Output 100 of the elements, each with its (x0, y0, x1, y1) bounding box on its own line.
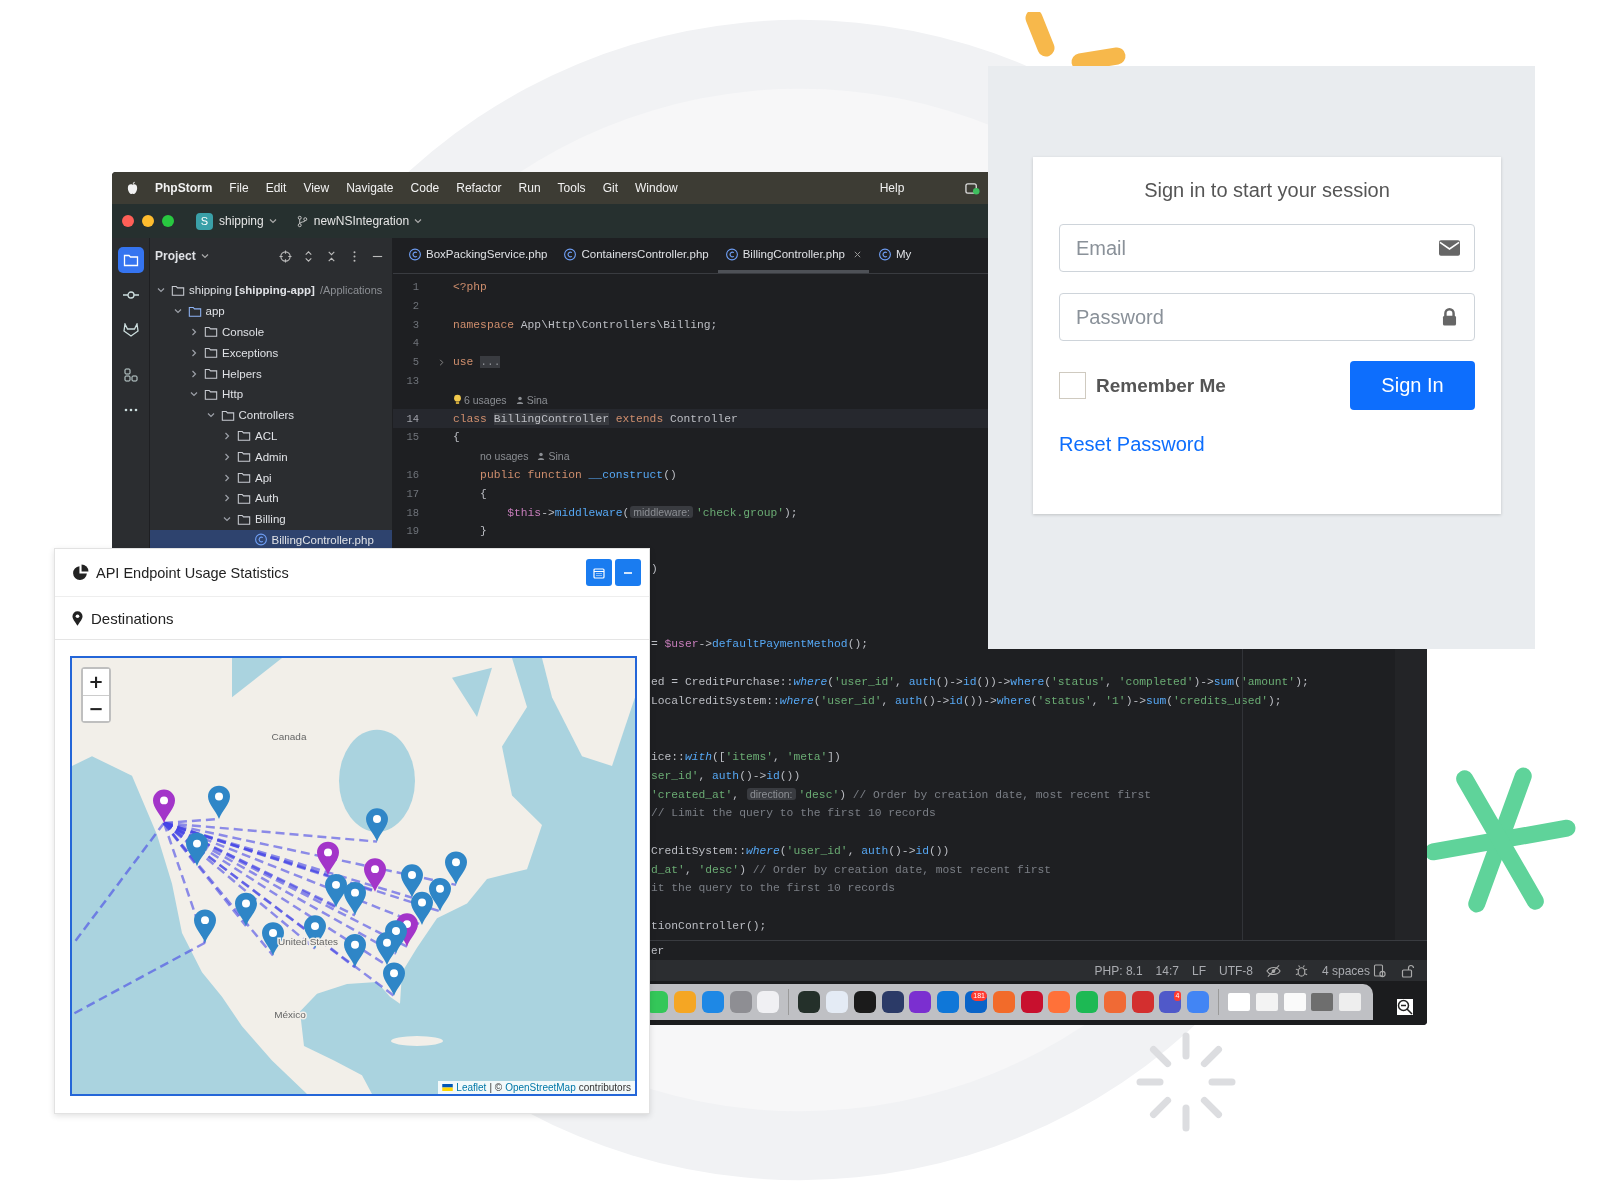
map-marker[interactable] (429, 878, 451, 912)
chevron-icon[interactable] (222, 472, 232, 483)
tree-item[interactable]: Auth (150, 487, 392, 509)
map-marker[interactable] (235, 892, 257, 927)
menu-item[interactable]: File (229, 181, 249, 195)
menu-item[interactable]: Edit (265, 181, 287, 195)
app-icon[interactable] (853, 991, 876, 1013)
usages-hint[interactable]: 6 usages (464, 393, 507, 406)
calendar-button[interactable] (586, 559, 612, 586)
password-field[interactable]: Password (1059, 293, 1475, 341)
bug-icon[interactable] (1293, 963, 1309, 978)
map-marker[interactable] (411, 891, 433, 926)
chevron-icon[interactable] (189, 327, 199, 337)
menu-item[interactable]: Window (634, 181, 678, 195)
usages-hint[interactable]: no usages (480, 450, 529, 463)
zoom-out-button[interactable]: − (83, 695, 109, 721)
map-marker[interactable] (383, 962, 405, 996)
apple-logo-icon[interactable] (126, 180, 139, 196)
chevron-down-icon[interactable] (413, 216, 424, 226)
status-item[interactable]: PHP: 8.1 (1094, 963, 1143, 978)
chevron-icon[interactable] (222, 430, 232, 441)
map-marker[interactable] (325, 874, 347, 908)
chevron-icon[interactable] (222, 493, 232, 504)
email-field[interactable]: Email (1059, 224, 1475, 272)
class-file-icon (408, 247, 422, 261)
close-icon[interactable] (853, 249, 862, 259)
openstreetmap-link[interactable]: OpenStreetMap (505, 1082, 576, 1093)
map-marker[interactable] (366, 808, 388, 842)
chevron-icon[interactable] (222, 451, 232, 462)
collapse-icon[interactable] (325, 249, 338, 263)
map-marker[interactable] (364, 858, 386, 892)
tree-item[interactable]: app (150, 300, 392, 322)
map-marker[interactable] (194, 909, 216, 943)
status-menu-icon[interactable] (964, 180, 982, 196)
minimize-window-button[interactable] (142, 215, 154, 227)
status-item[interactable]: LF (1191, 963, 1206, 978)
chevron-icon[interactable] (189, 347, 199, 358)
tree-item[interactable]: Billing (150, 508, 392, 530)
code-line: 'created_at', direction: 'desc') // Order by creation date, most recent first (651, 788, 1152, 801)
reset-password-link[interactable]: Reset Password (1059, 433, 1205, 456)
map-marker[interactable] (344, 933, 366, 968)
sign-in-button[interactable]: Sign In (1350, 361, 1475, 410)
chevron-down-icon[interactable] (267, 216, 278, 226)
map-marker[interactable] (208, 785, 230, 820)
status-item[interactable]: UTF-8 (1218, 963, 1253, 978)
project-selector[interactable]: shipping (219, 214, 264, 228)
menu-item[interactable]: Refactor (456, 181, 502, 195)
chevron-down-icon[interactable] (199, 251, 210, 261)
document-icon[interactable] (1311, 993, 1334, 1011)
chevron-icon[interactable] (189, 368, 199, 379)
tree-item[interactable]: Exceptions (150, 342, 392, 364)
menu-item[interactable]: View (303, 181, 330, 195)
map-marker[interactable] (401, 864, 423, 898)
menu-item[interactable]: Navigate (346, 181, 394, 195)
line-number: 5 (411, 356, 419, 369)
app-icon[interactable] (798, 991, 821, 1013)
tree-item[interactable]: Http (150, 384, 392, 405)
menu-item[interactable]: Tools (557, 181, 586, 195)
tree-item[interactable]: Api (150, 467, 392, 488)
remember-label[interactable]: Remember Me (1096, 374, 1226, 397)
menu-item[interactable]: Git (602, 181, 618, 195)
tree-item[interactable]: Helpers (150, 363, 392, 384)
editor-tab[interactable]: My (871, 238, 919, 273)
tree-item[interactable]: Admin (150, 446, 392, 468)
map-marker[interactable] (317, 841, 339, 875)
leaflet-link[interactable]: Leaflet (456, 1082, 487, 1093)
map-marker[interactable] (376, 932, 398, 966)
map-marker[interactable] (153, 789, 175, 823)
tree-item[interactable]: Controllers (150, 404, 392, 426)
panel-title[interactable]: Project (155, 249, 196, 263)
menu-item[interactable]: Code (410, 181, 440, 195)
menu-item[interactable]: PhpStorm (155, 181, 213, 195)
map-marker[interactable] (445, 851, 467, 885)
app-icon[interactable] (881, 991, 904, 1013)
map-marker[interactable] (344, 881, 366, 916)
lightbulb-icon[interactable] (453, 394, 462, 406)
status-item[interactable]: 4 spaces (1321, 963, 1370, 978)
tree-item[interactable]: shipping [shipping-app] /Applications (150, 280, 392, 301)
menu-item[interactable]: Help (879, 181, 905, 195)
tree-item[interactable]: Console (150, 321, 392, 343)
zoom-window-button[interactable] (162, 215, 174, 227)
editor-tab[interactable]: BillingController.php (717, 238, 869, 273)
crosshair-icon[interactable] (279, 249, 292, 263)
close-window-button[interactable] (122, 215, 134, 227)
tree-item[interactable]: ACL (150, 425, 392, 447)
folder-icon (237, 512, 251, 526)
zoom-out-icon[interactable] (1397, 999, 1413, 1015)
editor-tab[interactable]: BoxPackingService.php (401, 238, 555, 273)
status-item[interactable]: 14:7 (1155, 963, 1179, 978)
branch-selector[interactable]: newNSIntegration (313, 214, 410, 228)
editor-tab[interactable]: ContainersController.php (556, 238, 716, 273)
menu-item[interactable]: Run (518, 181, 541, 195)
remember-checkbox[interactable] (1059, 372, 1086, 399)
hidden-eye-icon[interactable] (1265, 963, 1281, 978)
gear-icon[interactable] (1372, 963, 1387, 978)
tree-item[interactable]: BillingController.php (150, 529, 392, 551)
padlock-icon[interactable] (1400, 963, 1415, 978)
map-marker[interactable] (186, 832, 208, 867)
collapse-button[interactable] (615, 559, 641, 586)
folder-tool-button[interactable] (117, 247, 144, 273)
